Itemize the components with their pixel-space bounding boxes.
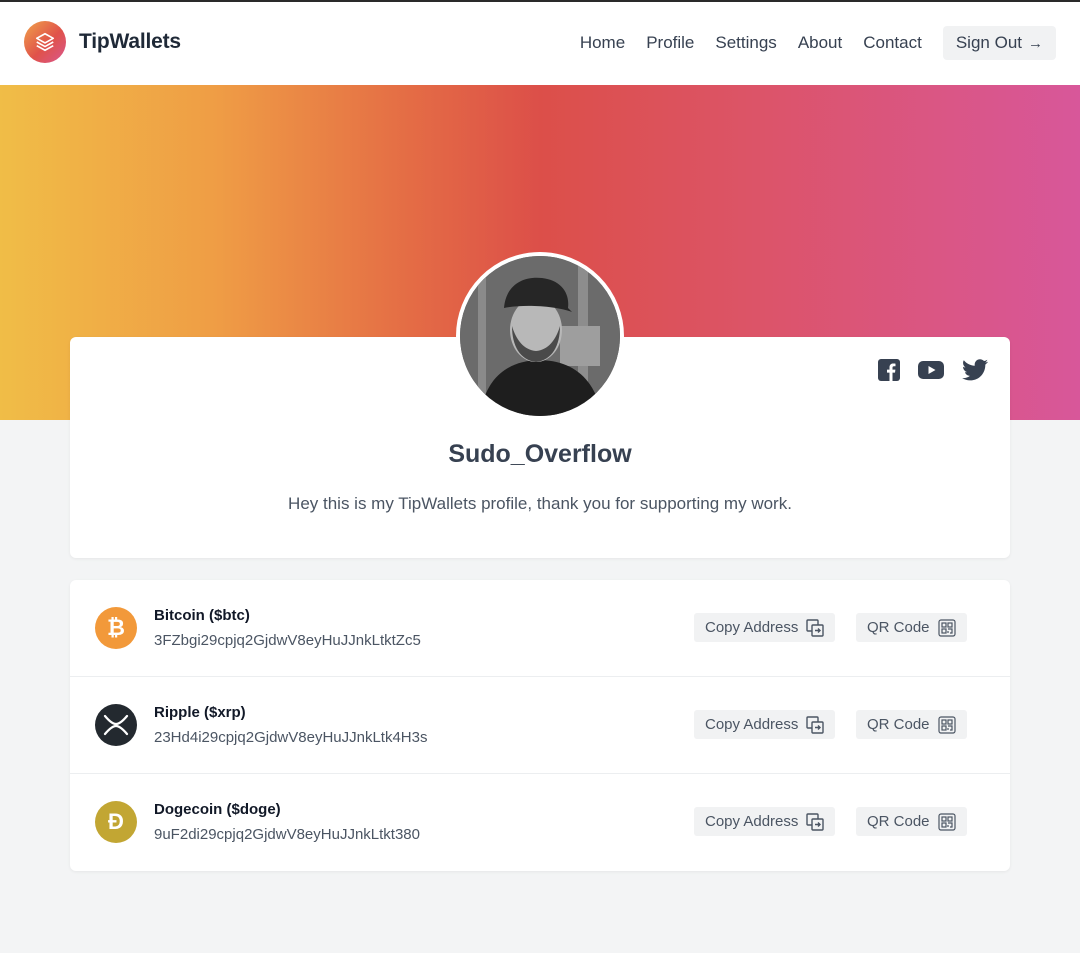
nav-home[interactable]: Home: [580, 33, 625, 53]
qr-code-icon: [937, 812, 956, 831]
copy-address-button[interactable]: Copy Address: [694, 807, 836, 836]
ripple-icon: [95, 704, 137, 746]
nav-settings[interactable]: Settings: [715, 33, 776, 53]
wallet-row-ripple: Ripple ($xrp) 23Hd4i29cpjq2GjdwV8eyHuJJn…: [70, 677, 1010, 774]
youtube-icon[interactable]: [918, 360, 944, 380]
qr-code-icon: [937, 618, 956, 637]
wallet-row-dogecoin: Ð Dogecoin ($doge) 9uF2di29cpjq2GjdwV8ey…: [70, 774, 1010, 871]
wallet-address: 3FZbgi29cpjq2GjdwV8eyHuJJnkLtktZc5: [154, 632, 421, 649]
copy-address-button[interactable]: Copy Address: [694, 710, 836, 739]
social-links: [860, 359, 988, 381]
top-navbar: TipWallets Home Profile Settings About C…: [0, 2, 1080, 85]
main-nav: Home Profile Settings About Contact Sign…: [580, 26, 1056, 60]
profile-username: Sudo_Overflow: [448, 440, 632, 468]
wallet-name: Ripple ($xrp): [154, 704, 246, 721]
wallet-address: 23Hd4i29cpjq2GjdwV8eyHuJJnkLtk4H3s: [154, 729, 428, 746]
qr-code-label: QR Code: [867, 619, 930, 636]
nav-about[interactable]: About: [798, 33, 842, 53]
bitcoin-icon: ₿: [95, 607, 137, 649]
sign-out-label: Sign Out: [955, 33, 1022, 52]
copy-address-label: Copy Address: [705, 813, 799, 830]
copy-icon: [806, 715, 825, 734]
profile-avatar: [456, 252, 624, 420]
copy-icon: [806, 618, 825, 637]
brand-name: TipWallets: [79, 30, 181, 53]
brand[interactable]: TipWallets: [24, 21, 181, 63]
arrow-right-icon: →: [1028, 34, 1043, 52]
profile-bio: Hey this is my TipWallets profile, thank…: [288, 494, 792, 513]
qr-code-label: QR Code: [867, 716, 930, 733]
wallet-address: 9uF2di29cpjq2GjdwV8eyHuJJnkLtkt380: [154, 826, 420, 843]
qr-code-icon: [937, 715, 956, 734]
wallet-name: Bitcoin ($btc): [154, 607, 250, 624]
wallet-list: ₿ Bitcoin ($btc) 3FZbgi29cpjq2GjdwV8eyHu…: [70, 580, 1010, 871]
layers-logo-icon: [24, 21, 66, 63]
copy-address-label: Copy Address: [705, 619, 799, 636]
copy-address-button[interactable]: Copy Address: [694, 613, 836, 642]
nav-contact[interactable]: Contact: [863, 33, 922, 53]
qr-code-button[interactable]: QR Code: [856, 613, 967, 642]
wallet-row-bitcoin: ₿ Bitcoin ($btc) 3FZbgi29cpjq2GjdwV8eyHu…: [70, 580, 1010, 677]
dogecoin-icon: Ð: [95, 801, 137, 843]
copy-icon: [806, 812, 825, 831]
qr-code-label: QR Code: [867, 813, 930, 830]
sign-out-button[interactable]: Sign Out →: [942, 26, 1056, 60]
copy-address-label: Copy Address: [705, 716, 799, 733]
twitter-icon[interactable]: [962, 359, 988, 381]
wallet-name: Dogecoin ($doge): [154, 801, 281, 818]
qr-code-button[interactable]: QR Code: [856, 807, 967, 836]
facebook-icon[interactable]: [878, 359, 900, 381]
nav-profile[interactable]: Profile: [646, 33, 694, 53]
qr-code-button[interactable]: QR Code: [856, 710, 967, 739]
